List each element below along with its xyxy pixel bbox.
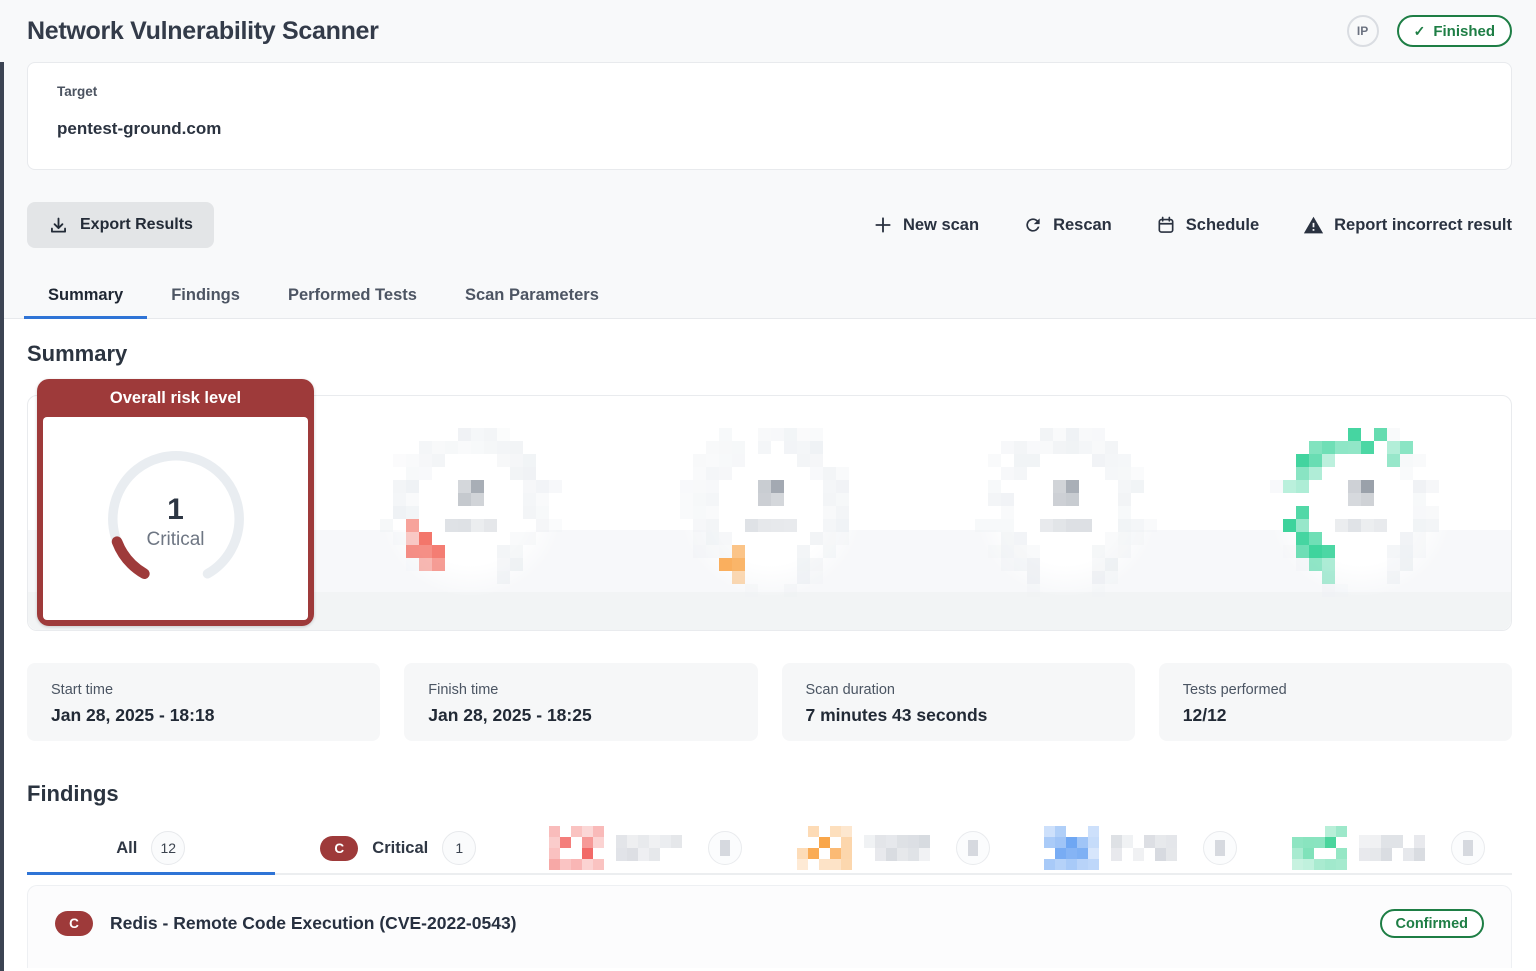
plus-icon (873, 215, 893, 235)
filter-all-count: 12 (151, 831, 185, 865)
tab-performed-tests[interactable]: Performed Tests (264, 272, 441, 318)
schedule-label: Schedule (1186, 216, 1259, 235)
target-card: Target pentest-ground.com (27, 62, 1512, 170)
target-value: pentest-ground.com (57, 119, 1482, 139)
finish-time-card: Finish time Jan 28, 2025 - 18:25 (404, 663, 757, 741)
low-gauge-redacted (975, 428, 1157, 597)
findings-heading: Findings (27, 781, 1512, 807)
scan-duration-value: 7 minutes 43 seconds (806, 705, 1111, 726)
left-edge-divider (0, 62, 4, 971)
refresh-icon (1023, 215, 1043, 235)
summary-heading: Summary (27, 341, 1512, 367)
findings-filter-bar: All 12 C Critical 1 (27, 823, 1512, 875)
tab-scan-parameters[interactable]: Scan Parameters (441, 272, 623, 318)
start-time-card: Start time Jan 28, 2025 - 18:18 (27, 663, 380, 741)
start-time-label: Start time (51, 682, 356, 698)
status-badge: ✓ Finished (1397, 15, 1512, 47)
report-incorrect-result-button[interactable]: Report incorrect result (1303, 215, 1512, 236)
finish-time-label: Finish time (428, 682, 733, 698)
ip-badge[interactable]: IP (1347, 15, 1379, 47)
scan-duration-label: Scan duration (806, 682, 1111, 698)
new-scan-label: New scan (903, 216, 979, 235)
report-incorrect-result-label: Report incorrect result (1334, 216, 1512, 235)
info-gauge-redacted (1270, 428, 1452, 597)
high-gauge-redacted (380, 428, 562, 597)
tab-findings[interactable]: Findings (147, 272, 264, 318)
info-filter-redacted[interactable] (1265, 823, 1513, 873)
page-title: Network Vulnerability Scanner (27, 17, 379, 46)
critical-severity-pill: C (320, 836, 358, 861)
overall-risk-title: Overall risk level (43, 379, 308, 417)
low-filter-redacted[interactable] (1017, 823, 1265, 873)
page-header: Network Vulnerability Scanner IP ✓ Finis… (0, 0, 1536, 272)
export-results-label: Export Results (80, 216, 193, 234)
target-label: Target (57, 84, 1482, 99)
scan-duration-card: Scan duration 7 minutes 43 seconds (782, 663, 1135, 741)
finish-time-value: Jan 28, 2025 - 18:25 (428, 705, 733, 726)
filter-critical[interactable]: C Critical 1 (275, 823, 523, 873)
findings-list-card: C Redis - Remote Code Execution (CVE-202… (27, 885, 1512, 968)
calendar-icon (1156, 215, 1176, 235)
check-icon: ✓ (1414, 23, 1426, 40)
medium-filter-redacted[interactable] (770, 823, 1018, 873)
start-time-value: Jan 28, 2025 - 18:18 (51, 705, 356, 726)
main-tabbar: Summary Findings Performed Tests Scan Pa… (0, 272, 1536, 319)
rescan-button[interactable]: Rescan (1023, 215, 1112, 235)
rescan-label: Rescan (1053, 216, 1112, 235)
tests-performed-label: Tests performed (1183, 682, 1488, 698)
export-results-button[interactable]: Export Results (27, 202, 214, 248)
finding-title: Redis - Remote Code Execution (CVE-2022-… (110, 913, 1363, 934)
finding-severity-pill: C (55, 911, 93, 936)
status-label: Finished (1433, 23, 1495, 40)
new-scan-button[interactable]: New scan (873, 215, 979, 235)
filter-critical-count: 1 (442, 831, 476, 865)
scan-stats-row: Start time Jan 28, 2025 - 18:18 Finish t… (27, 663, 1512, 741)
critical-gauge: 1 Critical (97, 440, 255, 598)
tab-summary[interactable]: Summary (24, 272, 147, 318)
summary-gauges-panel: Overall risk level 1 Critical (27, 395, 1512, 631)
tests-performed-value: 12/12 (1183, 705, 1488, 726)
critical-label: Critical (146, 529, 204, 551)
download-icon (48, 215, 69, 236)
filter-all-label: All (116, 839, 137, 858)
filter-all[interactable]: All 12 (27, 823, 275, 873)
tests-performed-card: Tests performed 12/12 (1159, 663, 1512, 741)
medium-gauge-redacted (680, 428, 862, 597)
finding-row-redis[interactable]: C Redis - Remote Code Execution (CVE-202… (55, 909, 1484, 938)
overall-risk-card: Overall risk level 1 Critical (37, 379, 314, 626)
confirmed-badge: Confirmed (1380, 909, 1485, 938)
schedule-button[interactable]: Schedule (1156, 215, 1259, 235)
high-filter-redacted[interactable] (522, 823, 770, 873)
critical-count: 1 (167, 493, 184, 527)
warning-icon (1303, 215, 1324, 236)
filter-critical-label: Critical (372, 839, 428, 858)
